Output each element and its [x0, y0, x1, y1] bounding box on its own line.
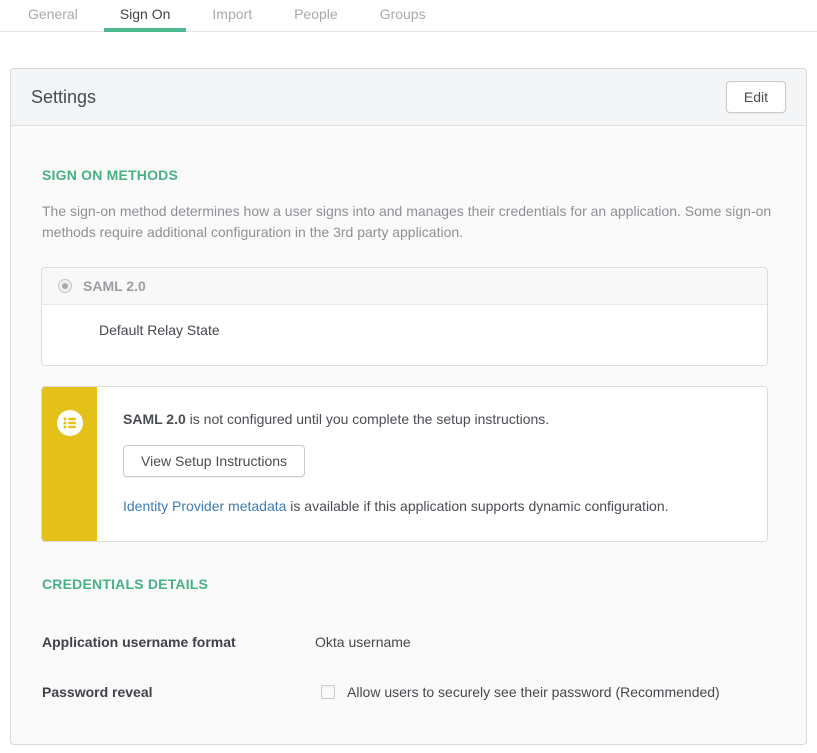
edit-button[interactable]: Edit [726, 81, 786, 113]
sign-on-methods-heading: SIGN ON METHODS [42, 167, 776, 183]
default-relay-state-label: Default Relay State [99, 322, 220, 338]
password-reveal-label: Password reveal [41, 684, 315, 700]
setup-callout-body: SAML 2.0 is not configured until you com… [97, 387, 689, 541]
panel-title: Settings [31, 87, 96, 108]
settings-panel-header: Settings Edit [11, 69, 806, 126]
idp-metadata-suffix: is available if this application support… [286, 498, 668, 514]
tab-people[interactable]: People [278, 0, 354, 32]
view-setup-instructions-button[interactable]: View Setup Instructions [123, 445, 305, 477]
saml-method-header: SAML 2.0 [42, 268, 767, 305]
callout-message-text: is not configured until you complete the… [186, 411, 549, 427]
application-username-format-value: Okta username [315, 634, 411, 650]
sign-on-methods-description: The sign-on method determines how a user… [42, 201, 776, 243]
identity-provider-metadata-link[interactable]: Identity Provider metadata [123, 498, 286, 514]
tab-sign-on[interactable]: Sign On [104, 0, 187, 32]
settings-panel-body: SIGN ON METHODS The sign-on method deter… [11, 126, 806, 744]
password-reveal-row: Password reveal Allow users to securely … [41, 684, 776, 700]
saml-method-name: SAML 2.0 [83, 278, 146, 294]
setup-callout: SAML 2.0 is not configured until you com… [41, 386, 768, 542]
application-username-format-row: Application username format Okta usernam… [41, 634, 776, 650]
password-reveal-checkbox-label: Allow users to securely see their passwo… [347, 684, 720, 700]
callout-app-name: SAML 2.0 [123, 411, 186, 427]
application-username-format-label: Application username format [41, 634, 315, 650]
saml-method-body: Default Relay State [42, 305, 767, 365]
saml-method-box: SAML 2.0 Default Relay State [41, 267, 768, 366]
tab-groups[interactable]: Groups [364, 0, 442, 32]
list-icon [57, 410, 83, 439]
app-tab-bar: General Sign On Import People Groups [0, 0, 817, 32]
tab-import[interactable]: Import [196, 0, 268, 32]
tab-general[interactable]: General [12, 0, 94, 32]
password-reveal-checkbox[interactable] [321, 685, 335, 699]
credentials-details-heading: CREDENTIALS DETAILS [42, 576, 776, 592]
saml-radio-button[interactable] [58, 279, 72, 293]
idp-metadata-line: Identity Provider metadata is available … [123, 498, 669, 514]
settings-panel: Settings Edit SIGN ON METHODS The sign-o… [10, 68, 807, 745]
setup-callout-stripe [42, 387, 97, 541]
setup-callout-message: SAML 2.0 is not configured until you com… [123, 411, 669, 427]
